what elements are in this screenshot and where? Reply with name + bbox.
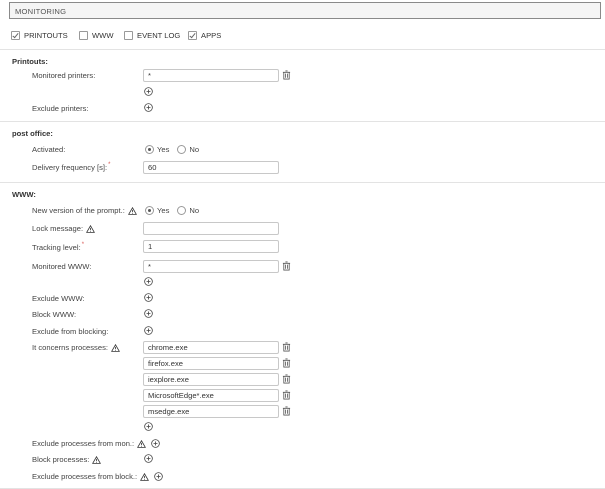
label-text: New version of the prompt.: — [32, 206, 125, 215]
required-marker: * — [108, 161, 111, 168]
process-input[interactable] — [143, 405, 279, 418]
label-text: Exclude processes from block.: — [32, 472, 138, 481]
checkbox-www[interactable]: WWW — [79, 29, 114, 41]
post-office-title: post office: — [12, 129, 53, 138]
exclude-from-blocking-label: Exclude from blocking: — [32, 327, 109, 336]
label-text: Exclude processes from mon.: — [32, 439, 135, 448]
checkbox-printouts[interactable]: PRINTOUTS — [11, 29, 68, 41]
lock-message-input[interactable] — [143, 222, 279, 235]
checkbox-icon[interactable] — [188, 30, 197, 40]
add-monitored-www-icon[interactable] — [144, 277, 153, 286]
new-version-yes-option[interactable]: Yes — [145, 206, 169, 215]
divider — [0, 49, 605, 50]
checkbox-icon[interactable] — [124, 30, 133, 40]
tracking-level-input[interactable] — [143, 240, 279, 253]
trash-icon[interactable] — [282, 358, 291, 368]
trash-icon[interactable] — [282, 70, 291, 80]
label-text: Delivery frequency [s]: — [32, 163, 108, 172]
checkbox-icon[interactable] — [79, 30, 88, 40]
divider — [0, 121, 605, 122]
divider — [0, 182, 605, 183]
exclude-block-processes-label: Exclude processes from block.: — [32, 472, 163, 481]
www-title: WWW: — [12, 190, 36, 199]
warning-icon — [140, 472, 150, 481]
add-exclude-process-icon[interactable] — [151, 439, 160, 448]
trash-icon[interactable] — [282, 261, 291, 271]
trash-icon[interactable] — [282, 342, 291, 352]
trash-icon[interactable] — [282, 374, 291, 384]
trash-icon[interactable] — [282, 406, 291, 416]
printouts-title: Printouts: — [12, 57, 48, 66]
radio-label: Yes — [157, 206, 170, 215]
checkbox-icon[interactable] — [11, 30, 20, 40]
activated-yes-option[interactable]: Yes — [145, 145, 169, 154]
radio-yes[interactable] — [145, 145, 154, 154]
tracking-level-label: Tracking level: * — [32, 241, 85, 253]
activated-radio-group: Yes No — [145, 145, 207, 154]
add-exclude-blocking-icon[interactable] — [144, 326, 153, 335]
exclude-processes-label: Exclude processes from mon.: — [32, 439, 160, 448]
label-text: Tracking level: — [32, 243, 81, 252]
checkbox-label: PRINTOUTS — [24, 30, 68, 40]
radio-label: No — [189, 206, 200, 215]
lock-message-label: Lock message: — [32, 224, 96, 233]
checkbox-event-log[interactable]: EVENT LOG — [124, 29, 180, 41]
block-processes-label: Block processes: — [32, 455, 102, 464]
exclude-printers-label: Exclude printers: — [32, 104, 89, 113]
process-input[interactable] — [143, 341, 279, 354]
warning-icon — [110, 343, 120, 352]
exclude-www-label: Exclude WWW: — [32, 294, 85, 303]
radio-label: No — [189, 145, 200, 154]
monitored-printers-label: Monitored printers: — [32, 71, 96, 80]
warning-icon — [127, 206, 137, 215]
radio-label: Yes — [157, 145, 170, 154]
add-block-www-icon[interactable] — [144, 309, 153, 318]
label-text: It concerns processes: — [32, 343, 108, 352]
checkbox-label: APPS — [201, 30, 222, 40]
process-input[interactable] — [143, 373, 279, 386]
radio-no[interactable] — [177, 145, 187, 154]
activated-label: Activated: — [32, 145, 66, 154]
add-block-process-icon[interactable] — [144, 454, 153, 463]
add-process-icon[interactable] — [144, 422, 153, 431]
new-version-label: New version of the prompt.: — [32, 206, 137, 215]
section-title: MONITORING — [15, 7, 67, 16]
monitored-printers-input[interactable] — [143, 69, 279, 82]
checkbox-apps[interactable]: APPS — [188, 29, 221, 41]
new-version-radio-group: Yes No — [145, 206, 207, 215]
add-printer-icon[interactable] — [144, 87, 153, 96]
required-marker: * — [81, 241, 85, 248]
add-exclude-block-process-icon[interactable] — [154, 472, 163, 481]
radio-yes[interactable] — [145, 206, 154, 215]
delivery-frequency-input[interactable] — [143, 161, 279, 174]
monitored-www-input[interactable] — [143, 260, 279, 273]
activated-no-option[interactable]: No — [177, 145, 199, 154]
trash-icon[interactable] — [282, 390, 291, 400]
radio-no[interactable] — [177, 206, 187, 215]
monitored-www-label: Monitored WWW: — [32, 262, 92, 271]
warning-icon — [92, 455, 102, 464]
add-exclude-printer-icon[interactable] — [144, 103, 153, 112]
section-header: MONITORING — [9, 2, 601, 19]
block-www-label: Block WWW: — [32, 310, 77, 319]
delivery-frequency-label: Delivery frequency [s]: * — [32, 161, 111, 173]
process-input[interactable] — [143, 389, 279, 402]
new-version-no-option[interactable]: No — [177, 206, 199, 215]
add-exclude-www-icon[interactable] — [144, 293, 153, 302]
checkbox-label: WWW — [92, 30, 114, 40]
checkbox-label: EVENT LOG — [137, 30, 181, 40]
label-text: Lock message: — [32, 224, 84, 233]
process-input[interactable] — [143, 357, 279, 370]
warning-icon — [137, 439, 147, 448]
warning-icon — [86, 224, 96, 233]
concerns-processes-label: It concerns processes: — [32, 343, 120, 352]
label-text: Block processes: — [32, 455, 90, 464]
